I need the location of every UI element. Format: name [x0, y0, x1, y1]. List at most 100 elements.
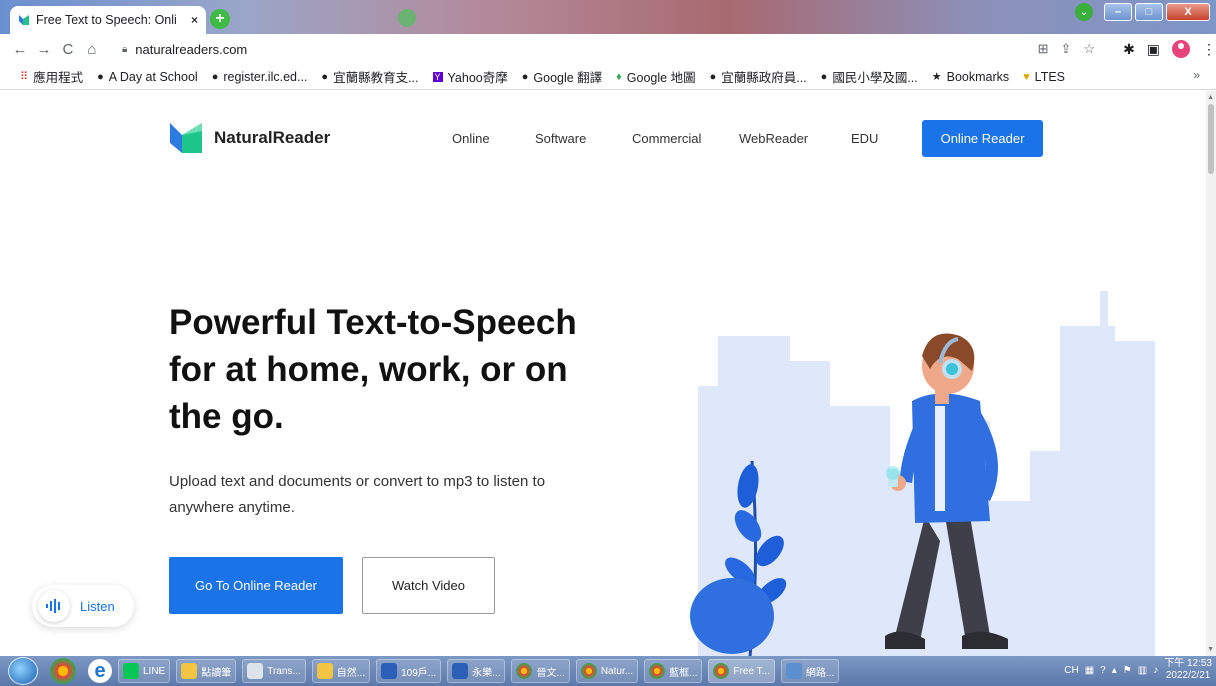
online-reader-button[interactable]: Online Reader [922, 120, 1043, 157]
go-to-online-reader-button[interactable]: Go To Online Reader [169, 557, 343, 614]
bookmark-item[interactable]: ● 宜蘭縣教育支... [321, 67, 418, 86]
page-scrollbar[interactable] [1206, 91, 1216, 656]
bookmark-item[interactable]: ♦ Google 地圖 [616, 67, 695, 86]
taskbar-item[interactable]: 晉文... [511, 659, 570, 683]
chrome-icon [649, 663, 666, 679]
taskbar-item-label: Free T... [733, 665, 770, 677]
forward-arrow-icon[interactable]: → [32, 37, 56, 61]
taskbar-item[interactable]: 藍框... [644, 659, 703, 683]
nav-webreader[interactable]: WebReader [739, 131, 808, 146]
chrome-pinned-icon[interactable] [50, 658, 76, 684]
globe-icon: ● [709, 70, 717, 83]
help-icon[interactable]: ? [1100, 665, 1106, 676]
bookmark-item[interactable]: ♥ LTES [1023, 70, 1065, 84]
tab-close-icon[interactable]: × [191, 13, 198, 27]
ie-pinned-icon[interactable]: e [88, 659, 112, 683]
bookmark-item[interactable]: Y Yahoo奇摩 [432, 67, 508, 86]
bookmark-item[interactable]: ● 國民小學及國... [821, 67, 918, 86]
taskbar-item-active[interactable]: Free T... [708, 659, 775, 683]
new-tab-button[interactable]: + [210, 9, 230, 29]
back-arrow-icon[interactable]: ← [8, 37, 32, 61]
web-page: NaturalReader Online Software Commercial… [0, 91, 1206, 656]
hero-title: Powerful Text-to-Speech for at home, wor… [169, 303, 577, 436]
bookmark-item[interactable]: ● Google 翻譯 [522, 67, 602, 86]
system-clock[interactable]: 下午 12:53 2022/2/21 [1164, 658, 1212, 682]
home-icon[interactable]: ⌂ [80, 37, 104, 61]
taskbar-item[interactable]: 109戶... [376, 659, 442, 683]
menu-kebab-icon[interactable]: ⋮ [1202, 41, 1216, 58]
taskbar-item-label: 自然... [336, 667, 366, 679]
tab-active[interactable]: Free Text to Speech: Onli × [10, 6, 206, 34]
taskbar-item[interactable]: Trans... [242, 659, 306, 683]
window-controls: ⌄ – □ X [1075, 3, 1210, 21]
chrome-icon [516, 663, 533, 679]
site-logo[interactable]: NaturalReader [168, 121, 330, 155]
tray-expand-icon[interactable]: ▴ [1112, 665, 1117, 676]
share-icon[interactable]: ⇪ [1061, 41, 1072, 57]
volume-icon[interactable]: ♪ [1153, 665, 1158, 676]
browser-titlebar: Free Text to Speech: Onli × + ⌄ – □ X [0, 0, 1216, 34]
taskbar-item[interactable]: 自然... [311, 659, 371, 683]
profile-avatar-icon[interactable] [1172, 40, 1191, 58]
globe-icon: ● [521, 70, 529, 83]
bookmark-label: LTES [1034, 69, 1066, 84]
close-window-button[interactable]: X [1166, 3, 1210, 21]
address-bar[interactable]: 🔒︎ naturalreaders.com ⊞ ⇪ ☆ [113, 37, 1104, 61]
nav-commercial[interactable]: Commercial [632, 131, 701, 146]
bookmark-label: Bookmarks [946, 69, 1010, 84]
side-panel-icon[interactable]: ▣ [1147, 41, 1160, 58]
scroll-up-arrow-icon[interactable]: ▲ [1207, 94, 1214, 101]
taskbar-item[interactable]: 點讀筆 [176, 659, 237, 683]
globe-icon: ● [211, 70, 219, 83]
minimize-button[interactable]: – [1104, 3, 1132, 21]
extensions-puzzle-icon[interactable]: ✱ [1123, 41, 1135, 58]
ime-icon[interactable]: ▦ [1085, 665, 1094, 676]
input-language[interactable]: CH [1064, 665, 1078, 676]
tab-search-icon[interactable]: ⌄ [1075, 3, 1093, 21]
taskbar-item-label: 網路... [805, 667, 835, 679]
taskbar-item[interactable]: LINE [118, 659, 171, 683]
hero-subtitle: Upload text and documents or convert to … [169, 473, 546, 516]
bookmark-item[interactable]: ● 宜蘭縣政府員... [710, 67, 807, 86]
globe-icon: ● [820, 70, 828, 83]
chrome-icon [713, 663, 730, 679]
brand-name: NaturalReader [214, 128, 331, 147]
reload-icon[interactable]: C [56, 37, 80, 61]
yahoo-icon: Y [432, 71, 443, 82]
network-tray-icon[interactable]: ▥ [1138, 665, 1147, 676]
bookmark-item[interactable]: ● A Day at School [97, 70, 198, 84]
flag-icon[interactable]: ⚑ [1123, 665, 1132, 676]
start-button[interactable] [8, 657, 38, 685]
clock-date: 2022/2/21 [1165, 670, 1211, 681]
bookmark-item[interactable]: ★ Bookmarks [932, 70, 1009, 84]
taskbar-item-label: 藍框... [669, 667, 698, 679]
url-text[interactable]: naturalreaders.com [135, 42, 1029, 57]
taskbar-item[interactable]: 網路... [780, 659, 840, 683]
bookmark-star-icon[interactable]: ☆ [1083, 41, 1095, 57]
maximize-button[interactable]: □ [1135, 3, 1163, 21]
scroll-thumb[interactable] [1208, 104, 1214, 174]
scroll-down-arrow-icon[interactable]: ▼ [1207, 646, 1214, 653]
nav-edu[interactable]: EDU [851, 131, 878, 146]
nav-online[interactable]: Online [452, 131, 490, 146]
ltes-icon: ♥ [1023, 70, 1030, 83]
bookmarks-bar: ⠿ 應用程式 ● A Day at School ● register.ilc.… [0, 64, 1216, 90]
tab-inactive[interactable] [236, 9, 386, 29]
audio-wave-icon [38, 590, 70, 622]
bookmark-item[interactable]: ● register.ilc.ed... [212, 70, 308, 84]
taskbar-item[interactable]: Natur... [575, 659, 639, 683]
bookmarks-overflow-icon[interactable]: » [1193, 68, 1200, 82]
bookmark-label: 宜蘭縣教育支... [333, 71, 419, 85]
translate-icon[interactable]: ⊞ [1038, 41, 1049, 57]
nav-software[interactable]: Software [535, 131, 586, 146]
listen-widget[interactable]: Listen [32, 585, 134, 627]
line-app-icon [123, 663, 139, 679]
taskbar-item-label: 晉文... [536, 667, 565, 679]
watch-video-button[interactable]: Watch Video [362, 557, 495, 614]
tab-inactive-favicon-icon[interactable] [398, 9, 416, 27]
bookmark-label: Google 地圖 [626, 71, 696, 85]
bookmark-item[interactable]: ⠿ 應用程式 [20, 67, 83, 86]
globe-icon: ● [321, 70, 329, 83]
word-icon [381, 663, 398, 679]
taskbar-item[interactable]: 永樂... [447, 659, 506, 683]
